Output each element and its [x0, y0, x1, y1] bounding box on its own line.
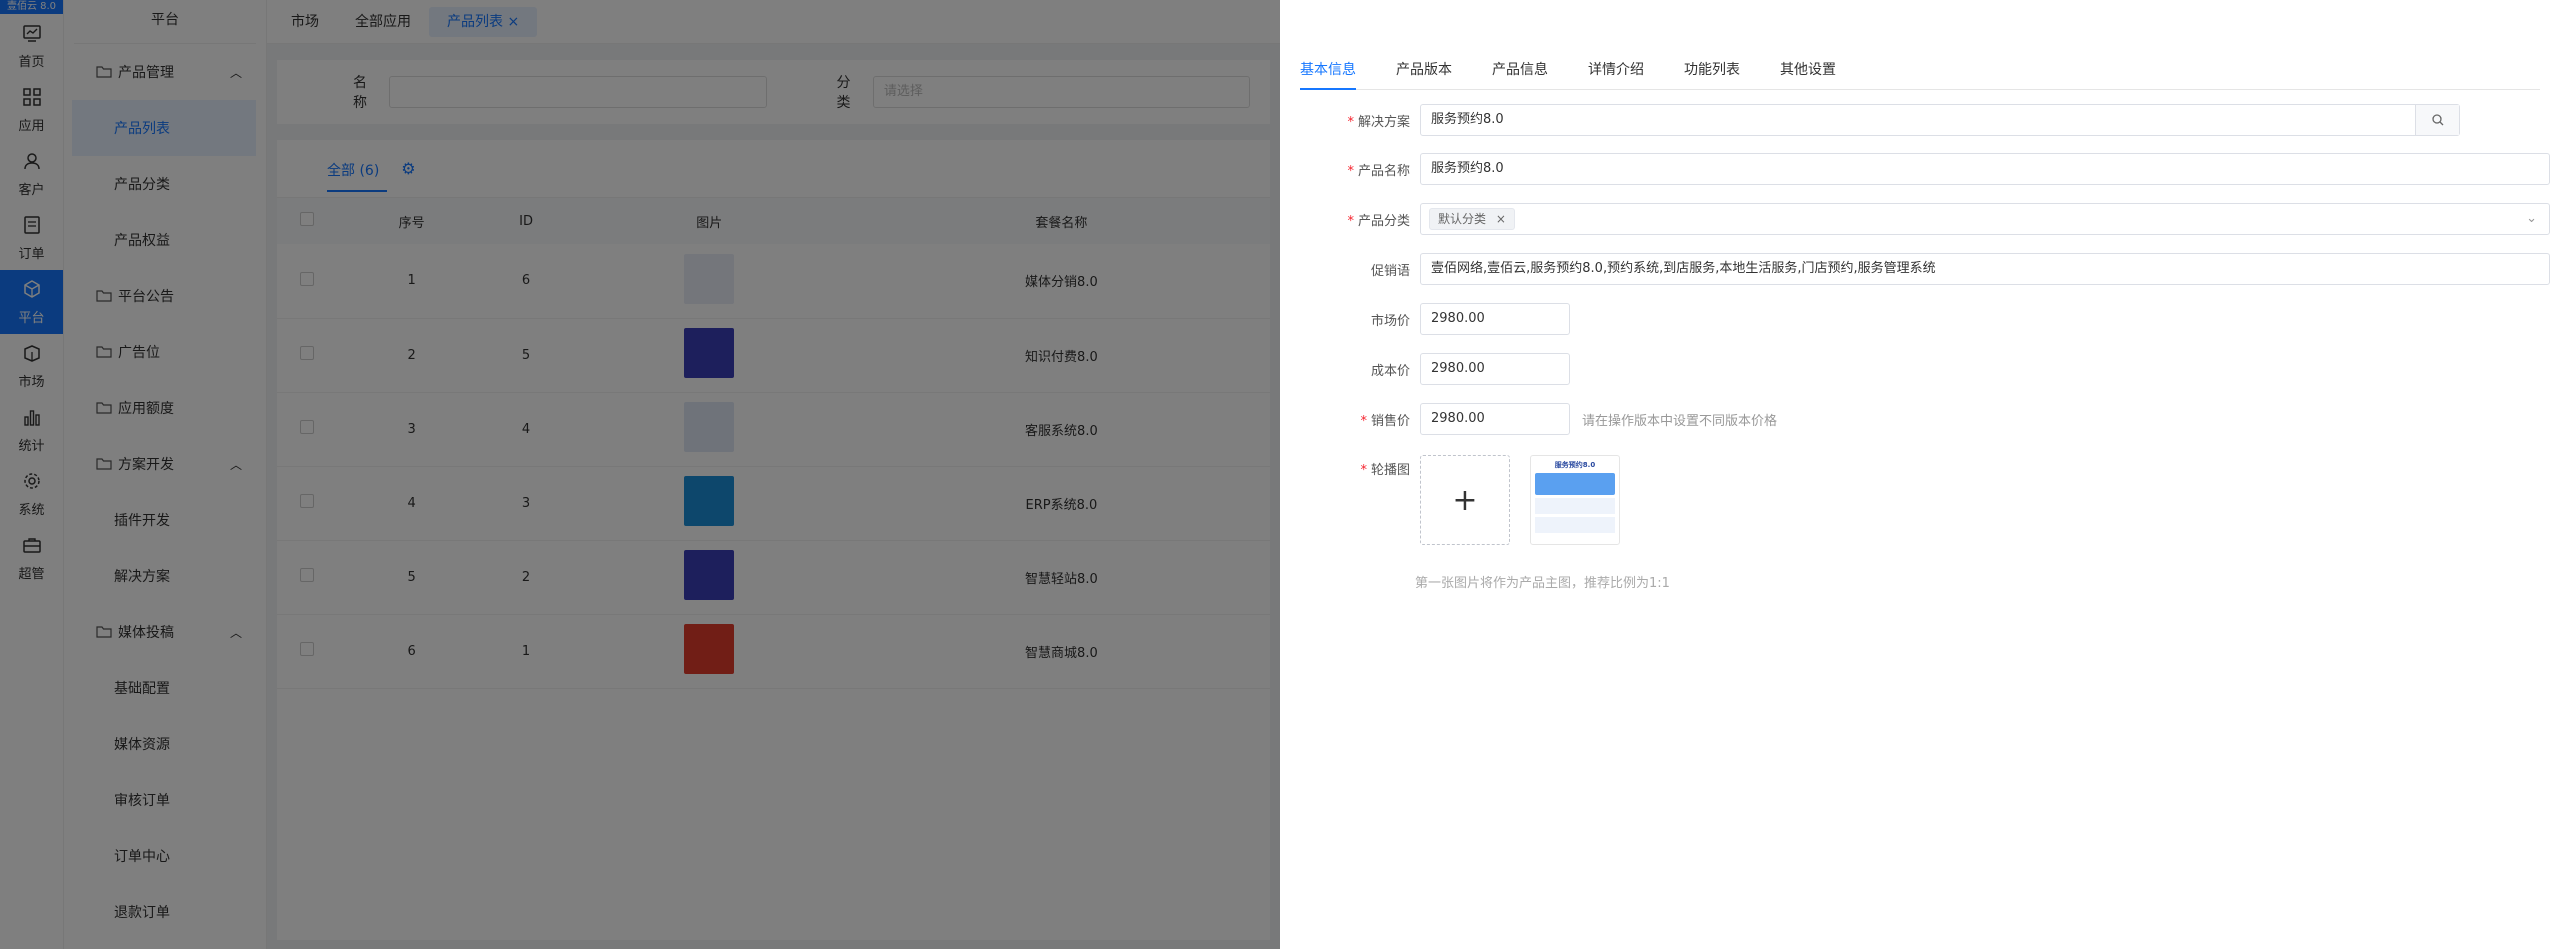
sale-price-input[interactable]: 2980.00 — [1420, 403, 1570, 435]
modal-overlay[interactable] — [0, 0, 1280, 949]
slogan-label: 促销语 — [1370, 263, 1410, 279]
carousel-label: * 轮播图 — [1360, 463, 1410, 478]
cost-price-input[interactable]: 2980.00 — [1420, 353, 1570, 385]
market-price-row: 市场价 2980.00 — [1300, 303, 1570, 335]
slogan-row: 促销语 壹佰网络,壹佰云,服务预约8.0,预约系统,到店服务,本地生活服务,门店… — [1300, 253, 2550, 285]
category-tag: 默认分类 × — [1429, 208, 1515, 230]
drawer-tab[interactable]: 功能列表 — [1684, 56, 1740, 90]
carousel-row: * 轮播图 + 服务预约8.0 — [1300, 455, 1620, 545]
sale-price-row: * 销售价 2980.00 请在操作版本中设置不同版本价格 — [1300, 403, 1777, 435]
solution-value: 服务预约8.0 — [1431, 112, 1504, 127]
product-name-input[interactable]: 服务预约8.0 — [1420, 153, 2550, 185]
drawer-tab[interactable]: 产品信息 — [1492, 56, 1548, 90]
market-price-label: 市场价 — [1370, 313, 1410, 329]
solution-label: * 解决方案 — [1347, 114, 1410, 130]
solution-input[interactable]: 服务预约8.0 — [1420, 104, 2460, 136]
category-select-field[interactable]: 默认分类 × ⌄ — [1420, 203, 2550, 235]
solution-row: * 解决方案 服务预约8.0 — [1300, 104, 2460, 136]
market-price-input[interactable]: 2980.00 — [1420, 303, 1570, 335]
carousel-image-title: 服务预约8.0 — [1554, 461, 1596, 469]
search-icon[interactable] — [2415, 105, 2459, 135]
category-field-label: * 产品分类 — [1347, 213, 1410, 229]
drawer-tab[interactable]: 产品版本 — [1396, 56, 1452, 90]
tag-close-icon[interactable]: × — [1496, 212, 1506, 226]
product-name-row: * 产品名称 服务预约8.0 — [1300, 153, 2550, 185]
drawer-tab[interactable]: 详情介绍 — [1588, 56, 1644, 90]
sale-price-label: * 销售价 — [1360, 413, 1410, 429]
carousel-hint: 第一张图片将作为产品主图，推荐比例为1:1 — [1415, 576, 1670, 591]
edit-drawer: 基本信息 产品版本 产品信息 详情介绍 功能列表 其他设置 * 解决方案 服务预约8.0 *… — [1280, 0, 2560, 949]
drawer-tabs: 基本信息 产品版本 产品信息 详情介绍 功能列表 其他设置 — [1300, 56, 2540, 90]
cost-price-row: 成本价 2980.00 — [1300, 353, 1570, 385]
drawer-tab[interactable]: 其他设置 — [1780, 56, 1836, 90]
slogan-input[interactable]: 壹佰网络,壹佰云,服务预约8.0,预约系统,到店服务,本地生活服务,门店预约,服… — [1420, 253, 2550, 285]
product-name-label: * 产品名称 — [1347, 163, 1410, 179]
upload-button[interactable]: + — [1420, 455, 1510, 545]
carousel-image[interactable]: 服务预约8.0 — [1530, 455, 1620, 545]
drawer-tab[interactable]: 基本信息 — [1300, 56, 1356, 90]
sale-price-tip: 请在操作版本中设置不同版本价格 — [1582, 413, 1778, 429]
chevron-down-icon[interactable]: ⌄ — [2526, 204, 2537, 234]
cost-price-label: 成本价 — [1370, 363, 1410, 379]
category-row: * 产品分类 默认分类 × ⌄ — [1300, 203, 2550, 235]
